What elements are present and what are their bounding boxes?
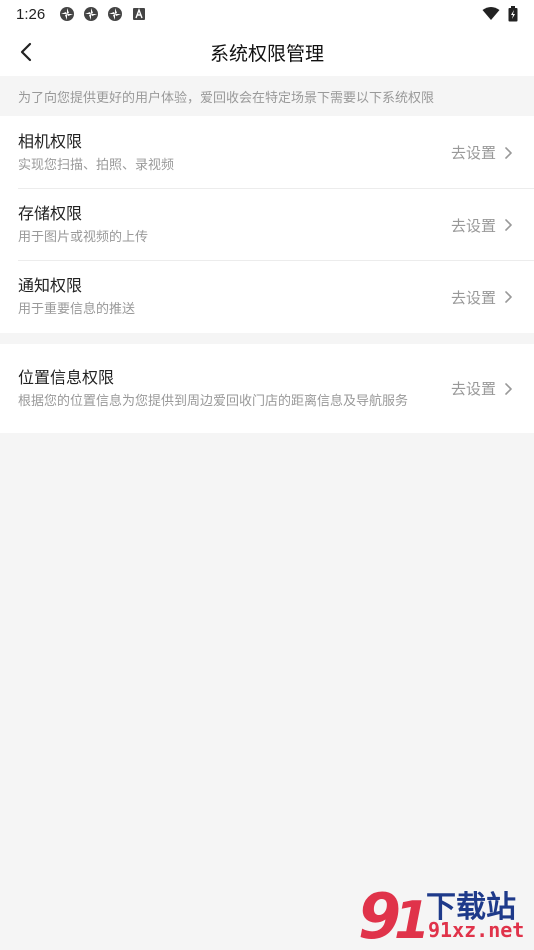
watermark-91-logo-icon: 9 1 (358, 880, 426, 950)
status-time: 1:26 (16, 5, 46, 23)
back-arrow-icon (20, 42, 32, 62)
watermark-logo: 9 1 下载站 91xz.net (356, 880, 534, 950)
go-settings-label: 去设置 (450, 144, 496, 162)
permission-desc: 实现您扫描、拍照、录视频 (18, 157, 175, 173)
permission-title: 通知权限 (18, 276, 83, 295)
app-notification-icon (84, 7, 99, 21)
app-bar: 系统权限管理 (0, 28, 534, 76)
chevron-right-icon (505, 219, 512, 231)
watermark-domain: 91xz.net (428, 918, 525, 942)
status-right (482, 6, 518, 22)
go-settings-label: 去设置 (450, 288, 496, 307)
back-button[interactable] (8, 34, 44, 70)
go-settings-button[interactable]: 去设置 (451, 215, 516, 236)
app-notification-icon (60, 7, 75, 21)
permission-notice: 为了向您提供更好的用户体验，爱回收会在特定场景下需要以下系统权限 (0, 76, 534, 116)
chevron-right-icon (505, 291, 512, 303)
go-settings-button[interactable]: 去设置 (451, 378, 516, 399)
permission-desc: 用于重要信息的推送 (18, 302, 136, 317)
permission-title: 相机权限 (18, 131, 83, 151)
chevron-right-icon (505, 382, 512, 395)
go-settings-button[interactable]: 去设置 (451, 142, 516, 163)
permission-title: 存储权限 (18, 204, 83, 223)
permission-group-basic: 相机权限 实现您扫描、拍照、录视频 去设置 存储权限 用于图片或视频的上传 去设… (0, 116, 534, 333)
storage-permission-row[interactable]: 存储权限 用于图片或视频的上传 去设置 (0, 189, 534, 261)
permission-title: 位置信息权限 (18, 367, 115, 387)
wifi-icon (482, 7, 500, 20)
go-settings-button[interactable]: 去设置 (451, 287, 516, 308)
permission-desc: 根据您的位置信息为您提供到周边爱回收门店的距离信息及导航服务 (18, 393, 409, 409)
permission-group-location: 位置信息权限 根据您的位置信息为您提供到周边爱回收门店的距离信息及导航服务 去设… (0, 344, 534, 433)
status-bar: 1:26 (0, 0, 534, 28)
permission-desc: 用于图片或视频的上传 (18, 230, 149, 245)
app-notification-icon (108, 7, 123, 21)
svg-text:1: 1 (394, 891, 426, 950)
go-settings-label: 去设置 (450, 380, 496, 398)
notification-permission-row[interactable]: 通知权限 用于重要信息的推送 去设置 (0, 261, 534, 333)
translate-icon (133, 8, 146, 20)
page-title: 系统权限管理 (209, 42, 324, 65)
chevron-right-icon (505, 146, 512, 159)
location-permission-row[interactable]: 位置信息权限 根据您的位置信息为您提供到周边爱回收门店的距离信息及导航服务 去设… (0, 344, 534, 433)
go-settings-label: 去设置 (450, 216, 496, 235)
camera-permission-row[interactable]: 相机权限 实现您扫描、拍照、录视频 去设置 (0, 116, 534, 189)
battery-icon (508, 6, 518, 22)
